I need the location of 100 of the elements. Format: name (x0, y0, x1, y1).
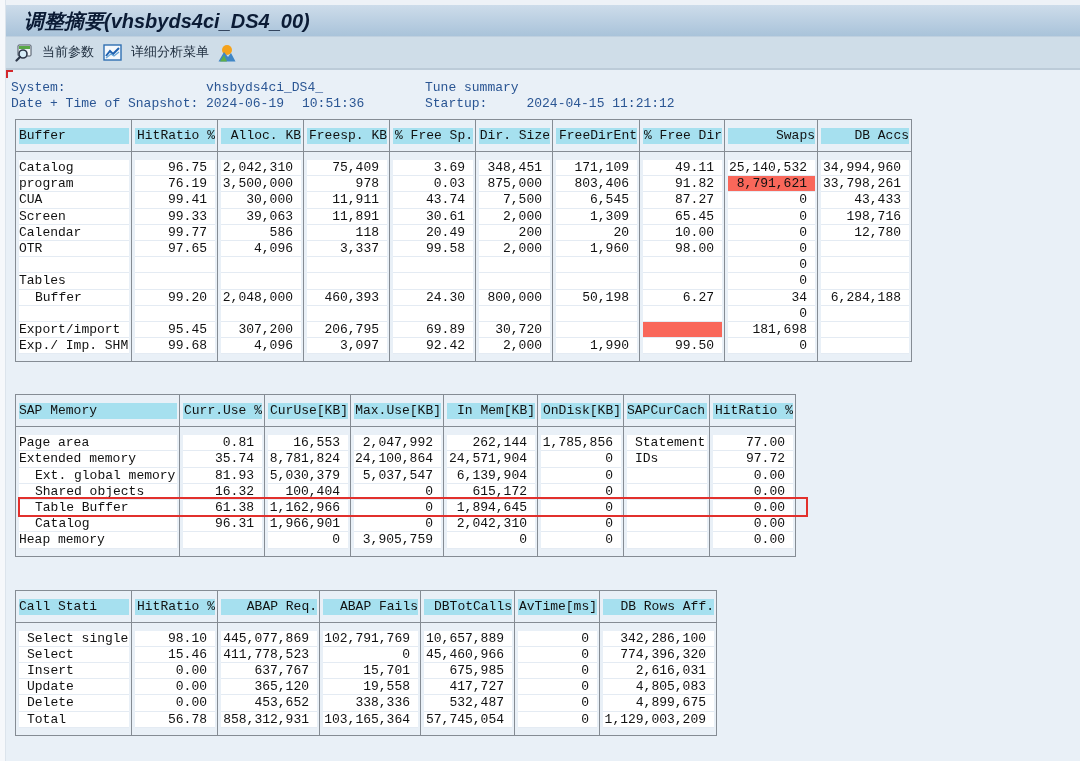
column-header: % Free Sp. (393, 128, 473, 144)
table-cell: Statement (627, 435, 707, 452)
row-label: Heap memory (19, 532, 177, 549)
row-label: program (19, 176, 129, 193)
window-title: 调整摘要(vhsbyds4ci_DS4_00) (24, 8, 310, 33)
table-cell: 35.74 (183, 451, 262, 468)
row-label: Page area (19, 435, 177, 452)
column-header: HitRatio % (135, 598, 215, 615)
table-cell: 43,433 (821, 192, 909, 209)
table-cell: 77.00 (713, 435, 793, 452)
row-label: Exp./ Imp. SHM (19, 338, 129, 355)
table-cell: 10,657,889 (424, 630, 512, 647)
table-cell: 0.00 (713, 532, 793, 549)
table-cell: 1,162,966 (268, 500, 348, 517)
column-header: CurUse[KB] (268, 403, 348, 420)
magnifier-icon (15, 43, 33, 62)
table-cell: 8,781,824 (268, 451, 348, 468)
table-cell: 0 (728, 273, 815, 290)
table-cell: 0 (728, 257, 815, 274)
table-cell: 417,727 (424, 679, 512, 696)
column-header: FreeDirEnt (556, 128, 637, 144)
table-cell: 2,000 (479, 338, 550, 355)
column-header: ABAP Fails (323, 598, 418, 615)
table-cell: 3.69 (393, 160, 473, 177)
field-label: System: (11, 80, 66, 96)
table-cell: 76.19 (135, 176, 215, 193)
table-cell: 0 (728, 192, 815, 209)
row-label: Delete (19, 695, 129, 712)
column-header: Max.Use[KB] (354, 403, 441, 420)
field-value: vhsbyds4ci_DS4_ (206, 80, 324, 96)
table-cell: 11,911 (307, 192, 387, 209)
table-cell: 19,558 (323, 679, 418, 696)
table-cell: 0 (518, 630, 597, 647)
table-cell: 61.38 (183, 500, 262, 517)
table-cell: 24,571,904 (447, 451, 535, 468)
table-cell: 6,545 (556, 192, 637, 209)
table-cell: 3,905,759 (354, 532, 441, 549)
table-cell: 0.03 (393, 176, 473, 193)
table-cell: 532,487 (424, 695, 512, 712)
column-header: ABAP Req. (221, 598, 317, 615)
column-header: DB Accs (821, 128, 909, 144)
table-cell: 43.74 (393, 192, 473, 209)
table-cell: 348,451 (479, 160, 550, 177)
field-value: 10:51:36 (302, 96, 365, 112)
corner-mark-icon (6, 70, 13, 78)
table-cell: 0 (728, 338, 815, 355)
table-cell: 30,000 (221, 192, 301, 209)
table-cell: 98.10 (135, 630, 215, 647)
table-cell: 3,500,000 (221, 176, 301, 193)
table-cell: 453,652 (221, 695, 317, 712)
table-cell: 7,500 (479, 192, 550, 209)
table-cell: 1,990 (556, 338, 637, 355)
table-cell: 0 (268, 532, 348, 549)
table-cell: 0 (541, 532, 621, 549)
table-cell: 342,286,100 (603, 630, 714, 647)
table-cell: 99.50 (643, 338, 722, 355)
row-label: Select single (19, 630, 129, 647)
toolbar-button[interactable]: 详细分析菜单 (103, 40, 209, 65)
column-header: Freesp. KB (307, 128, 387, 144)
report-title: Tune summary (425, 80, 519, 96)
table-cell: 102,791,769 (323, 630, 418, 647)
table-cell: 91.82 (643, 176, 722, 193)
toolbar-button[interactable]: 当前参数 (15, 40, 94, 65)
table-cell: 0.00 (135, 695, 215, 712)
row-label: Table Buffer (19, 500, 177, 517)
table-cell: 1,894,645 (447, 500, 535, 517)
column-header: DBTotCalls (424, 598, 512, 615)
row-label: CUA (19, 192, 129, 209)
table-cell: 33,798,261 (821, 176, 909, 193)
table-cell: 0 (354, 500, 441, 517)
table-cell: 16,553 (268, 435, 348, 452)
table-cell: 365,120 (221, 679, 317, 696)
table-cell: 99.41 (135, 192, 215, 209)
column-header: Swaps (728, 128, 815, 144)
table-cell: 0 (541, 451, 621, 468)
table-cell: 4,805,083 (603, 679, 714, 696)
field-value: 2024-06-19 (206, 96, 284, 112)
table-cell: 3,097 (307, 338, 387, 355)
table-cell: 8,791,621 (728, 176, 815, 193)
table-cell: 0 (518, 695, 597, 712)
column-header: In Mem[KB] (447, 403, 535, 420)
table-cell: 87.27 (643, 192, 722, 209)
row-label: Catalog (19, 160, 129, 177)
table-cell: 0.00 (713, 500, 793, 517)
table-cell: 92.42 (393, 338, 473, 355)
landscape-icon[interactable] (218, 43, 236, 62)
column-header: AvTime[ms] (518, 598, 597, 615)
column-header: Call Stati (19, 598, 129, 615)
table-cell: 24,100,864 (354, 451, 441, 468)
table-cell: 0 (518, 679, 597, 696)
table-cell: 171,109 (556, 160, 637, 177)
table-cell: IDs (627, 451, 707, 468)
column-header: DB Rows Aff. (603, 598, 714, 615)
column-header: HitRatio % (713, 403, 793, 420)
table-cell: 4,899,675 (603, 695, 714, 712)
table-cell: 96.75 (135, 160, 215, 177)
table-cell: 0 (447, 532, 535, 549)
column-header: SAP Memory (19, 403, 177, 420)
column-header: Buffer (19, 128, 129, 144)
table-cell: 49.11 (643, 160, 722, 177)
